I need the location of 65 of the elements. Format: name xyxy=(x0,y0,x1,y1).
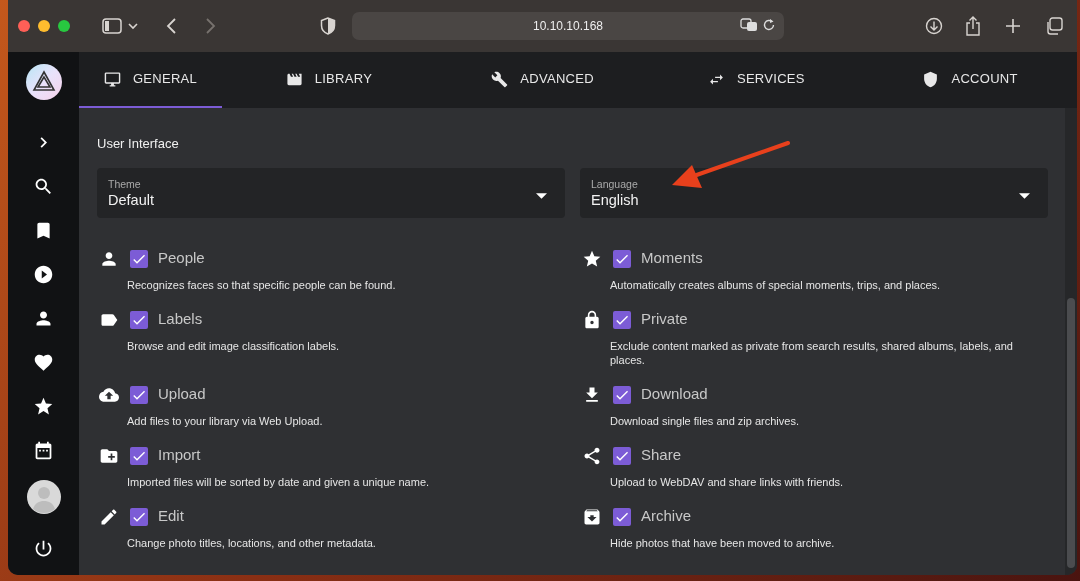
select-field[interactable]: Language English xyxy=(580,167,1048,218)
wrench-icon xyxy=(491,70,509,88)
feature-label: Import xyxy=(158,445,201,466)
feature-label: Moments xyxy=(641,248,703,269)
checkbox[interactable] xyxy=(613,249,631,268)
feature-description: Upload to WebDAV and share links with friends. xyxy=(610,474,845,489)
play-icon xyxy=(33,263,54,285)
settings-tab[interactable]: ADVANCED xyxy=(435,52,650,108)
feature-description: Browse and edit image classification labels. xyxy=(127,338,341,353)
feature-description: Change photo titles, locations, and other metadata. xyxy=(127,535,377,550)
feature-description: Imported files will be sorted by date and given a unique name. xyxy=(127,474,431,489)
star-icon xyxy=(33,395,54,417)
lock-icon xyxy=(582,309,602,330)
checkbox[interactable] xyxy=(130,249,148,268)
caret-icon xyxy=(536,192,547,199)
feature-description: Exclude content marked as private from search results, shared albums, labels, and places. xyxy=(610,338,1014,367)
checkbox[interactable] xyxy=(130,310,148,329)
select-field[interactable]: Theme Default xyxy=(97,167,565,218)
checkbox[interactable] xyxy=(613,385,631,404)
feature-label: Upload xyxy=(158,384,206,405)
caret-icon xyxy=(1019,192,1030,199)
tabs-overview-icon[interactable] xyxy=(1045,17,1063,35)
feature-label: Share xyxy=(641,445,682,466)
logo-icon[interactable] xyxy=(25,64,62,100)
address-field[interactable]: 10.10.10.168 xyxy=(352,12,784,40)
checkbox[interactable] xyxy=(613,446,631,465)
feature-description: Add files to your library via Web Upload. xyxy=(127,413,324,428)
feature-label: Edit xyxy=(158,506,184,527)
checkbox[interactable] xyxy=(613,310,631,329)
calendar-icon xyxy=(33,439,54,461)
checkbox[interactable] xyxy=(613,507,631,526)
feature-label: Private xyxy=(641,309,688,330)
feature-description: Download single files and zip archives. xyxy=(610,413,800,428)
feature-description: Hide photos that have been moved to archive. xyxy=(610,535,836,550)
checkbox[interactable] xyxy=(130,385,148,404)
share-icon xyxy=(582,445,602,466)
checkbox[interactable] xyxy=(130,507,148,526)
sidebar-icon[interactable] xyxy=(102,18,122,34)
feature-label: Archive xyxy=(641,506,692,527)
feature-label: Labels xyxy=(158,309,203,330)
shield-icon xyxy=(922,70,940,88)
download-icon[interactable] xyxy=(925,17,943,35)
zoom-button[interactable] xyxy=(58,20,70,32)
back-button[interactable] xyxy=(166,18,177,34)
caret-icon[interactable] xyxy=(128,22,138,30)
section-title: User Interface xyxy=(97,135,180,153)
minimize-button[interactable] xyxy=(38,20,50,32)
feature-description: Recognizes faces so that specific people can be found. xyxy=(127,277,397,292)
translate-icon[interactable] xyxy=(740,18,758,32)
scrollbar[interactable] xyxy=(1065,108,1077,575)
shield-icon[interactable] xyxy=(320,17,336,35)
reload-icon[interactable] xyxy=(762,18,776,32)
close-button[interactable] xyxy=(18,20,30,32)
settings-tab[interactable]: ACCOUNT xyxy=(863,52,1077,108)
checkbox[interactable] xyxy=(130,446,148,465)
feature-description: Automatically creates albums of special moments, trips, and places. xyxy=(610,277,942,292)
feature-label: Download xyxy=(641,384,708,405)
new-tab-icon[interactable] xyxy=(1005,18,1021,34)
feature-label: People xyxy=(158,248,205,269)
avatar-icon[interactable] xyxy=(26,480,61,514)
monitor-icon xyxy=(103,70,121,88)
settings-tab[interactable]: GENERAL xyxy=(79,52,222,108)
settings-tab[interactable]: SERVICES xyxy=(649,52,864,108)
settings-tab[interactable]: LIBRARY xyxy=(222,52,436,108)
share-icon[interactable] xyxy=(965,16,981,36)
